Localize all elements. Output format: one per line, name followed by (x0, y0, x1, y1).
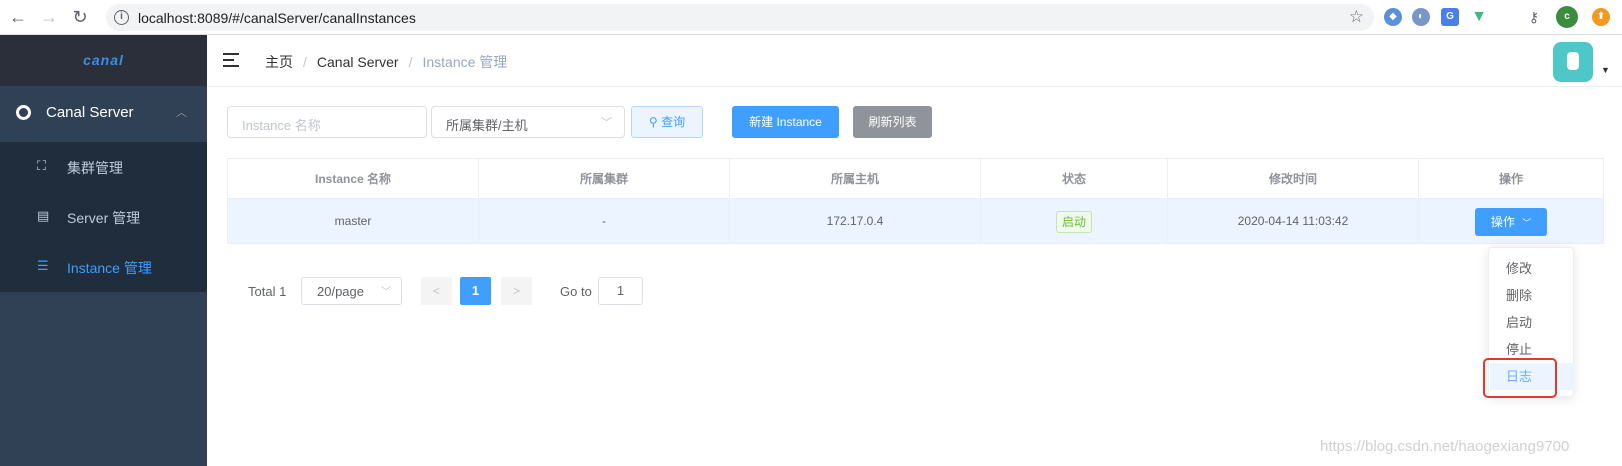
extension-icon[interactable]: ◆ (1384, 8, 1402, 26)
status-badge: 启动 (1055, 210, 1092, 233)
refresh-list-button[interactable]: 刷新列表 (853, 106, 932, 138)
breadcrumb-section[interactable]: Canal Server (317, 54, 399, 70)
breadcrumb-home[interactable]: 主页 (265, 54, 293, 70)
prev-page-button[interactable]: < (421, 277, 452, 305)
sidebar-item-cluster[interactable]: ⛶ 集群管理 (0, 142, 207, 192)
logo-area: canal (0, 35, 207, 86)
search-button[interactable]: ⚲ 查询 (631, 106, 703, 138)
chevron-down-icon: ﹀ (381, 287, 391, 298)
menu-item-delete[interactable]: 删除 (1490, 282, 1574, 309)
user-avatar[interactable] (1553, 42, 1593, 82)
page-size-value: 20/page (317, 284, 364, 299)
page-size-select[interactable]: 20/page ﹀ (301, 277, 402, 305)
sidebar-item-label: Instance 管理 (67, 260, 152, 276)
list-icon: ☰ (37, 258, 49, 273)
document-icon: ▤ (37, 208, 50, 223)
menu-extension-icon[interactable]: ⬆ (1592, 8, 1610, 26)
logo[interactable]: canal (0, 52, 207, 68)
translate-icon[interactable]: G (1441, 8, 1459, 26)
header-divider (207, 86, 1622, 87)
sidebar-submenu: ⛶ 集群管理 ▤ Server 管理 ☰ Instance 管理 (0, 142, 207, 292)
column-header: 所属主机 (730, 159, 981, 199)
column-header: 所属集群 (479, 159, 730, 199)
chevron-down-icon: ﹀ (1522, 217, 1532, 228)
sidebar-item-server[interactable]: ▤ Server 管理 (0, 192, 207, 242)
cluster-host-select-value: 所属集群/主机 (446, 118, 528, 133)
address-bar[interactable]: i localhost:8089/#/canalServer/canalInst… (106, 4, 1374, 31)
column-header: 操作 (1419, 159, 1603, 199)
actions-button-label: 操作 (1490, 214, 1515, 229)
profile-avatar[interactable]: c (1556, 6, 1578, 28)
menu-item-edit[interactable]: 修改 (1490, 255, 1574, 282)
vue-devtools-icon[interactable]: ▼ (1470, 8, 1488, 26)
cell-cluster: - (479, 199, 730, 243)
instance-name-placeholder: Instance 名称 (242, 118, 321, 133)
cluster-icon: ⛶ (37, 158, 47, 173)
sidebar-group-label: Canal Server (46, 104, 134, 121)
extension-icon[interactable]: ◐ (1412, 8, 1430, 26)
watermark: https://blog.csdn.net/haogexiang9700 (1320, 438, 1570, 455)
cell-actions: 操作 ﹀ (1419, 199, 1603, 243)
info-icon[interactable]: i (114, 10, 129, 25)
actions-dropdown-button[interactable]: 操作 ﹀ (1475, 207, 1547, 236)
pagination-total: Total 1 (248, 284, 287, 299)
server-icon (16, 105, 31, 120)
reload-icon[interactable]: ↻ (69, 6, 91, 28)
menu-item-start[interactable]: 启动 (1490, 309, 1574, 336)
sidebar-item-instance[interactable]: ☰ Instance 管理 (0, 242, 207, 292)
caret-down-icon[interactable]: ▼ (1601, 65, 1610, 75)
cluster-host-select[interactable]: 所属集群/主机 ﹀ (431, 106, 625, 138)
goto-label: Go to (560, 284, 592, 299)
cell-host: 172.17.0.4 (730, 199, 981, 243)
sidebar: canal Canal Server ︿ ⛶ 集群管理 ▤ Server 管理 … (0, 35, 207, 466)
browser-toolbar: ← → ↻ i localhost:8089/#/canalServer/can… (0, 0, 1622, 35)
search-button-label: 查询 (661, 115, 686, 129)
column-header: 状态 (981, 159, 1168, 199)
highlight-box (1483, 358, 1557, 398)
bookmark-star-icon[interactable]: ☆ (1349, 7, 1364, 27)
column-header: Instance 名称 (228, 159, 479, 199)
sidebar-group-canal-server[interactable]: Canal Server ︿ (0, 86, 207, 142)
search-icon: ⚲ (648, 115, 658, 129)
sidebar-item-label: Server 管理 (67, 210, 141, 226)
back-arrow-icon[interactable]: ← (7, 6, 29, 28)
hamburger-menu-icon[interactable] (223, 53, 241, 67)
column-header: 修改时间 (1168, 159, 1419, 199)
key-icon[interactable]: ⚷ (1525, 8, 1543, 26)
sidebar-item-label: 集群管理 (67, 160, 123, 176)
instance-name-input[interactable]: Instance 名称 (227, 106, 427, 138)
chevron-down-icon: ﹀ (601, 117, 612, 129)
goto-page-input[interactable]: 1 (598, 277, 643, 305)
forward-arrow-icon[interactable]: → (38, 6, 60, 28)
url-text: localhost:8089/#/canalServer/canalInstan… (138, 10, 416, 26)
page-number-current[interactable]: 1 (460, 277, 491, 305)
chevron-up-icon: ︿ (176, 107, 187, 119)
cell-instance-name: master (228, 199, 479, 243)
cell-modified-time: 2020-04-14 11:03:42 (1168, 199, 1419, 243)
next-page-button[interactable]: > (501, 277, 532, 305)
instances-table: Instance 名称 所属集群 所属主机 状态 修改时间 操作 master … (227, 158, 1604, 244)
breadcrumb-current: Instance 管理 (422, 54, 508, 70)
new-instance-button[interactable]: 新建 Instance (732, 106, 839, 138)
breadcrumb: 主页 / Canal Server / Instance 管理 (265, 54, 508, 70)
cell-status: 启动 (981, 199, 1168, 243)
